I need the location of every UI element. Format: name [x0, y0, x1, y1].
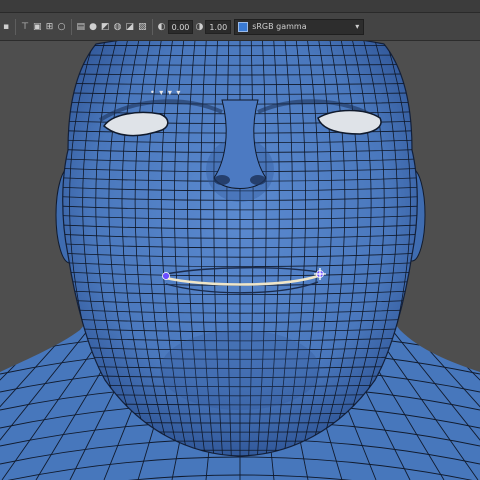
camera-icon[interactable]: ▪ [0, 18, 12, 36]
xray-icon[interactable]: ▨ [136, 18, 149, 36]
head-mesh-render [0, 41, 480, 480]
left-lip-corner-vertex [162, 272, 170, 280]
shadows-icon[interactable]: ◪ [124, 18, 137, 36]
viewport-toolbar: ▪ ⊤ ▣ ⊞ ○ ▤ ● ◩ ◍ ◪ ▨ ◐ 0.00 ◑ 1.00 sRGB… [0, 13, 480, 41]
menu-bar-strip [0, 0, 480, 13]
textured-icon[interactable]: ◩ [99, 18, 112, 36]
bookmark-icon[interactable]: ⊤ [19, 18, 31, 36]
toolbar-separator [70, 18, 72, 35]
color-space-label: sRGB gamma [252, 22, 307, 31]
gamma-icon[interactable]: ◑ [193, 18, 205, 36]
film-gate-icon[interactable]: ⊞ [44, 18, 56, 36]
color-space-dropdown[interactable]: sRGB gamma ▾ [234, 18, 365, 35]
smooth-shade-icon[interactable]: ● [87, 18, 99, 36]
viewport-hud-text: • ▾ ▾ ▾ [150, 88, 182, 97]
exposure-field[interactable]: 0.00 [167, 19, 194, 34]
lights-icon[interactable]: ◍ [112, 18, 124, 36]
gamma-field[interactable]: 1.00 [205, 19, 232, 34]
exposure-icon[interactable]: ◐ [156, 18, 168, 36]
toolbar-separator [15, 18, 16, 35]
3d-viewport[interactable]: • ▾ ▾ ▾ [0, 41, 480, 480]
color-management-icon[interactable] [238, 21, 249, 32]
wireframe-icon[interactable]: ▤ [75, 18, 88, 36]
chevron-down-icon: ▾ [355, 22, 360, 31]
toolbar-separator [151, 18, 153, 35]
image-plane-icon[interactable]: ▣ [31, 18, 44, 36]
grid-icon[interactable]: ○ [56, 18, 68, 36]
